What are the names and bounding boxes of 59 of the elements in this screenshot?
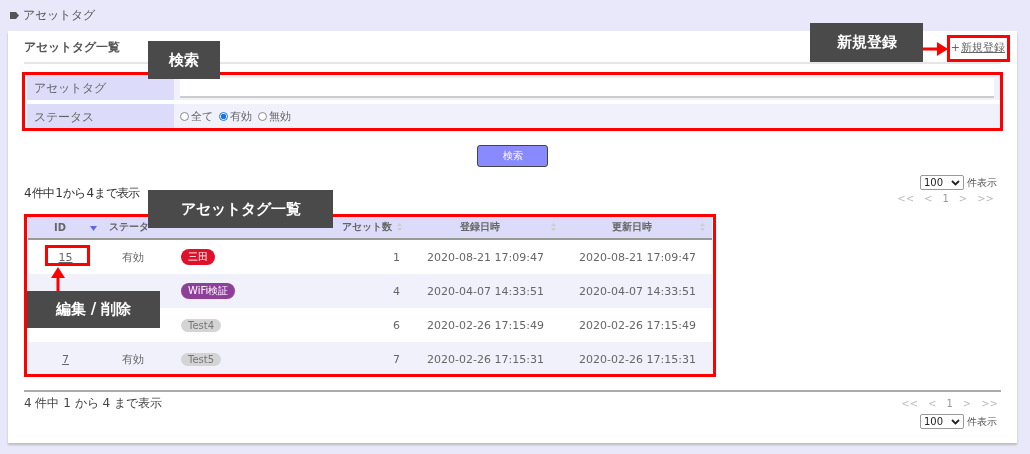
tag-badge: 三田 <box>181 249 215 265</box>
table-cell: 2020-04-07 14:33:51 <box>579 284 696 298</box>
field-label: ステータス <box>27 104 174 129</box>
callout-label: アセットタグ一覧 <box>148 190 333 228</box>
tag-badge: WiFi検証 <box>181 283 236 299</box>
table-cell: 7 <box>393 352 400 366</box>
callout-arrow <box>923 42 948 56</box>
table-cell: 2020-02-26 17:15:49 <box>427 318 544 332</box>
column-header[interactable]: 登録日時 <box>408 216 563 238</box>
radio-button[interactable] <box>219 112 228 121</box>
page-size-select[interactable]: 100 <box>920 414 964 429</box>
new-registration-link[interactable]: +新規登録 <box>950 40 1005 62</box>
radio-button[interactable] <box>180 112 189 121</box>
chevron-down-icon <box>951 179 960 186</box>
table-cell: 有効 <box>122 351 144 367</box>
page-size-label: 件表示 <box>967 414 997 429</box>
callout-label: 編集 / 削除 <box>27 291 160 328</box>
column-header[interactable]: アセット数 <box>336 216 408 238</box>
record-count-text: 4 件中 1 から 4 まで表示 <box>24 394 162 412</box>
pagination-link[interactable]: 1 <box>942 193 949 204</box>
breadcrumb-text: アセットタグ <box>23 7 95 24</box>
input-field[interactable] <box>180 77 994 98</box>
id-link[interactable]: 15 <box>58 250 73 264</box>
pagination-link[interactable]: 1 <box>946 397 953 409</box>
table-cell: 2020-02-26 17:15:31 <box>427 352 544 366</box>
radio-label[interactable]: 有効 <box>230 109 252 124</box>
column-header[interactable]: ID <box>28 216 103 238</box>
table-cell: 2020-02-26 17:15:49 <box>579 318 696 332</box>
link-label[interactable]: 新規登録 <box>961 40 1005 55</box>
page-size-label: 件表示 <box>967 175 997 190</box>
table-cell: 1 <box>393 250 400 264</box>
column-header[interactable]: ステータ <box>103 216 147 238</box>
plus-icon: + <box>950 41 960 54</box>
tag-badge: Test4 <box>181 318 222 332</box>
callout-label: 新規登録 <box>810 23 923 62</box>
table-cell: 2020-04-07 14:33:51 <box>427 284 544 298</box>
radio-label[interactable]: 全て <box>191 109 213 124</box>
field-label: アセットタグ <box>27 75 174 100</box>
table-cell: 4 <box>393 284 400 298</box>
table-cell: 2020-08-21 17:09:47 <box>579 250 696 264</box>
highlight-frame <box>45 245 90 266</box>
search-button[interactable]: 検索 <box>477 145 548 167</box>
tag-badge: Test5 <box>181 352 222 366</box>
id-link[interactable]: 7 <box>62 352 69 366</box>
section-title: アセットタグ一覧 <box>24 39 120 56</box>
radio-button[interactable] <box>258 112 267 121</box>
radio-label[interactable]: 無効 <box>269 109 291 124</box>
column-header[interactable]: 更新日時 <box>563 216 712 238</box>
tag-icon <box>10 12 19 19</box>
record-count-text: 4 件中 1 から 4 まで表示 <box>24 185 140 202</box>
table-cell: 2020-02-26 17:15:31 <box>579 352 696 366</box>
page-size-select[interactable]: 100 <box>920 175 964 190</box>
highlight-frame <box>947 35 1010 62</box>
table-cell: 有効 <box>122 249 144 265</box>
chevron-down-icon <box>951 418 960 425</box>
callout-label: 検索 <box>148 41 220 79</box>
callout-arrow <box>51 267 65 291</box>
table-cell: 6 <box>393 318 400 332</box>
table-cell: 2020-08-21 17:09:47 <box>427 250 544 264</box>
